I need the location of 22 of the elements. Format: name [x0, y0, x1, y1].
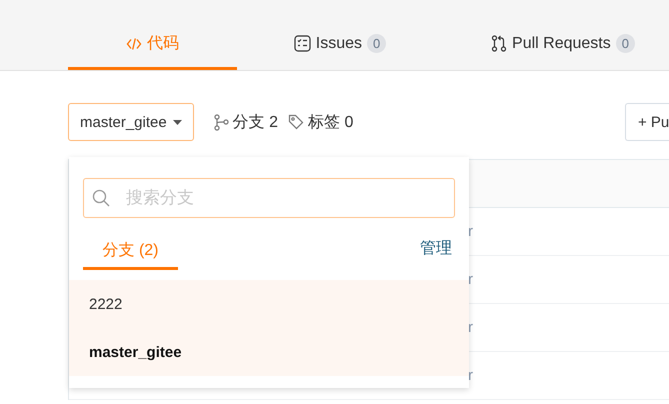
branch-icon [214, 114, 229, 130]
table-cell: r [468, 271, 473, 288]
branch-item[interactable]: master_gitee [69, 328, 469, 376]
pull-request-icon [491, 35, 508, 52]
nav-tab[interactable]: Issues 0 [237, 0, 443, 70]
table-cell: r [468, 367, 473, 384]
manage-link[interactable]: 管理 [420, 238, 452, 258]
tag-icon [288, 114, 304, 130]
tags-link[interactable]: 标签 0 [288, 112, 354, 132]
table-cell: r [468, 319, 473, 336]
count-badge: 0 [616, 34, 635, 53]
nav-tab[interactable]: Pull Requests 0 [443, 0, 669, 70]
branches-link[interactable]: 分支 2 [214, 112, 278, 132]
search-icon [92, 189, 110, 207]
count-badge: 0 [367, 34, 386, 53]
table-cell: r [468, 223, 473, 240]
branch-item[interactable]: 2222 [69, 280, 469, 328]
new-pull-request-button[interactable]: + Pu [625, 103, 669, 141]
code-icon [126, 36, 142, 52]
branch-dropdown[interactable]: master_gitee [68, 103, 194, 141]
caret-icon [172, 120, 182, 124]
checklist-icon [294, 35, 311, 52]
